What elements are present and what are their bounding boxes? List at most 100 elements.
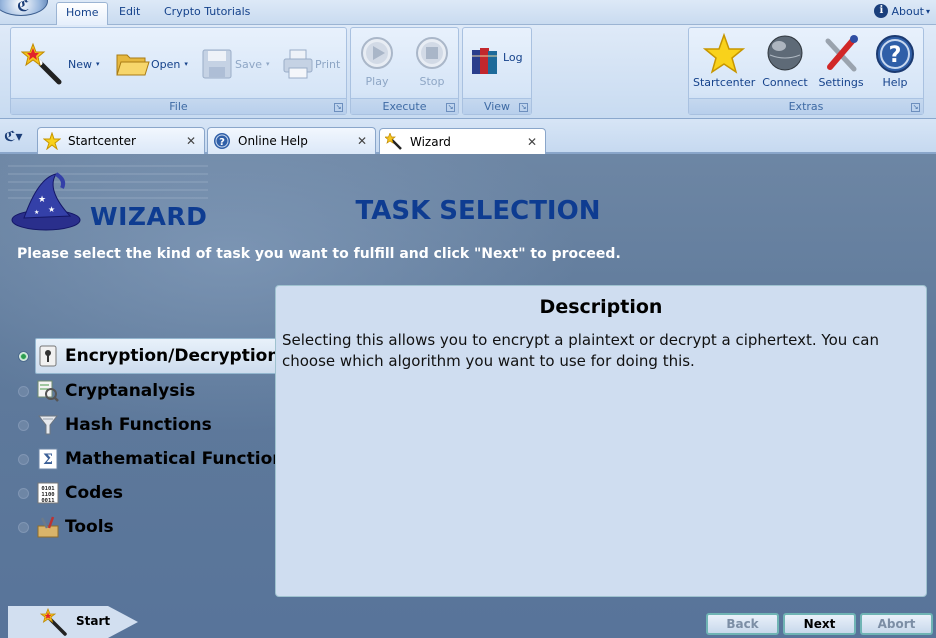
option-label: Hash Functions — [65, 415, 212, 435]
stop-icon — [416, 37, 448, 69]
svg-text:Σ: Σ — [43, 452, 53, 468]
help-button[interactable]: ? Help — [871, 33, 919, 89]
svg-text:?: ? — [219, 137, 225, 148]
option-encryption-decryption[interactable]: Encryption/Decryption — [18, 340, 279, 372]
startcenter-button[interactable]: Startcenter — [693, 32, 755, 89]
tools-icon — [825, 35, 858, 72]
dialog-launcher-icon[interactable]: ↘ — [519, 103, 528, 112]
sigma-icon: Σ — [37, 448, 59, 470]
doc-tab-label: Wizard — [410, 135, 451, 149]
play-button[interactable]: Play — [359, 36, 395, 88]
start-breadcrumb[interactable] — [8, 606, 138, 638]
chevron-down-icon: ▾ — [96, 60, 100, 68]
ribbon-group-extras: Startcenter Connect Settings ? Help Extr… — [688, 27, 924, 115]
settings-label: Settings — [818, 76, 864, 89]
ribbon: New ▾ Open ▾ Save ▾ Print File ↘ Play St… — [0, 25, 936, 119]
doc-tab-wizard[interactable]: Wizard ✕ — [379, 128, 546, 155]
radio-button[interactable] — [18, 487, 29, 499]
play-icon — [361, 37, 393, 69]
info-icon: i — [874, 4, 889, 18]
connect-label: Connect — [762, 76, 808, 89]
folder-icon — [116, 54, 150, 76]
option-label: Mathematical Functions — [65, 449, 295, 469]
chevron-down-icon: ▾ — [266, 60, 270, 68]
radio-button[interactable] — [18, 350, 29, 362]
magic-wand-icon — [21, 42, 62, 85]
dialog-launcher-icon[interactable]: ↘ — [334, 103, 343, 112]
description-panel: Description Selecting this allows you to… — [275, 285, 927, 597]
close-icon[interactable]: ✕ — [186, 134, 196, 148]
option-tools[interactable]: Tools — [18, 511, 114, 543]
help-label: Help — [882, 76, 908, 89]
option-label: Tools — [65, 517, 114, 537]
doc-tab-label: Startcenter — [68, 134, 136, 148]
open-button[interactable]: Open ▾ — [116, 50, 188, 78]
radio-button[interactable] — [18, 453, 29, 465]
printer-icon — [283, 49, 313, 79]
radio-button[interactable] — [18, 419, 29, 431]
magic-wand-icon — [40, 608, 67, 636]
dialog-launcher-icon[interactable]: ↘ — [911, 103, 920, 112]
play-label: Play — [365, 75, 389, 88]
print-button[interactable]: Print — [283, 48, 340, 80]
help-icon: ? — [212, 131, 232, 151]
option-mathematical-functions[interactable]: Σ Mathematical Functions — [18, 443, 294, 475]
floppy-disk-icon — [202, 49, 232, 79]
star-icon — [42, 131, 62, 151]
ribbon-group-execute: Play Stop Execute ↘ — [350, 27, 459, 115]
option-label: Codes — [65, 483, 123, 503]
back-button[interactable]: Back — [706, 613, 779, 635]
description-title: Description — [539, 296, 663, 318]
next-button[interactable]: Next — [783, 613, 856, 635]
tab-edit[interactable]: Edit — [110, 2, 149, 25]
about-menu[interactable]: i About ▾ — [874, 4, 930, 18]
file-group-label: File — [11, 98, 346, 114]
chevron-down-icon: ▾ — [925, 6, 930, 16]
chevron-down-icon: ▾ — [184, 60, 188, 68]
tab-home[interactable]: Home — [56, 2, 109, 26]
new-button[interactable]: New ▾ — [21, 42, 100, 86]
binary-icon: 0101 1100 0011 — [37, 482, 59, 504]
abort-button[interactable]: Abort — [860, 613, 933, 635]
connect-button[interactable]: Connect — [757, 33, 813, 89]
option-label: Encryption/Decryption — [65, 346, 280, 366]
books-icon — [472, 48, 497, 74]
description-text: Selecting this allows you to encrypt a p… — [282, 331, 880, 370]
dialog-launcher-icon[interactable]: ↘ — [446, 103, 455, 112]
open-label: Open — [151, 57, 181, 71]
ribbon-group-file: New ▾ Open ▾ Save ▾ Print File ↘ — [10, 27, 347, 115]
doc-tab-startcenter[interactable]: Startcenter ✕ — [37, 127, 205, 154]
settings-button[interactable]: Settings — [815, 33, 867, 89]
funnel-icon — [37, 414, 59, 436]
extras-group-label: Extras — [689, 98, 923, 114]
stop-button[interactable]: Stop — [414, 36, 450, 88]
tab-crypto-tutorials[interactable]: Crypto Tutorials — [155, 2, 259, 25]
analysis-icon — [37, 380, 59, 402]
option-codes[interactable]: 0101 1100 0011 Codes — [18, 477, 123, 509]
ribbon-group-view: Log View ↘ — [462, 27, 532, 115]
app-logo-icon: ℭ — [17, 0, 30, 15]
option-cryptanalysis[interactable]: Cryptanalysis — [18, 375, 195, 407]
wand-icon — [384, 132, 404, 152]
help-icon: ? — [876, 35, 914, 73]
doc-tab-label: Online Help — [238, 134, 308, 148]
star-icon — [702, 32, 746, 74]
menu-bar: ℭ Home Edit Crypto Tutorials i About ▾ — [0, 0, 936, 26]
quick-access-icon[interactable]: ℭ▾ — [4, 129, 22, 145]
radio-button[interactable] — [18, 385, 29, 397]
save-button[interactable]: Save ▾ — [201, 48, 270, 80]
app-menu-button[interactable]: ℭ — [0, 0, 48, 16]
instruction-text: Please select the kind of task you want … — [17, 246, 621, 262]
globe-icon — [767, 35, 803, 71]
close-icon[interactable]: ✕ — [527, 135, 537, 149]
document-tab-bar: ℭ▾ Startcenter ✕ ? Online Help ✕ Wizard … — [0, 119, 936, 155]
stop-label: Stop — [419, 75, 445, 88]
print-label: Print — [315, 57, 341, 71]
option-hash-functions[interactable]: Hash Functions — [18, 409, 212, 441]
keyhole-icon — [37, 345, 59, 367]
close-icon[interactable]: ✕ — [357, 134, 367, 148]
log-button[interactable]: Log — [470, 46, 523, 76]
option-label: Cryptanalysis — [65, 381, 196, 401]
radio-button[interactable] — [18, 521, 29, 533]
doc-tab-online-help[interactable]: ? Online Help ✕ — [207, 127, 376, 154]
